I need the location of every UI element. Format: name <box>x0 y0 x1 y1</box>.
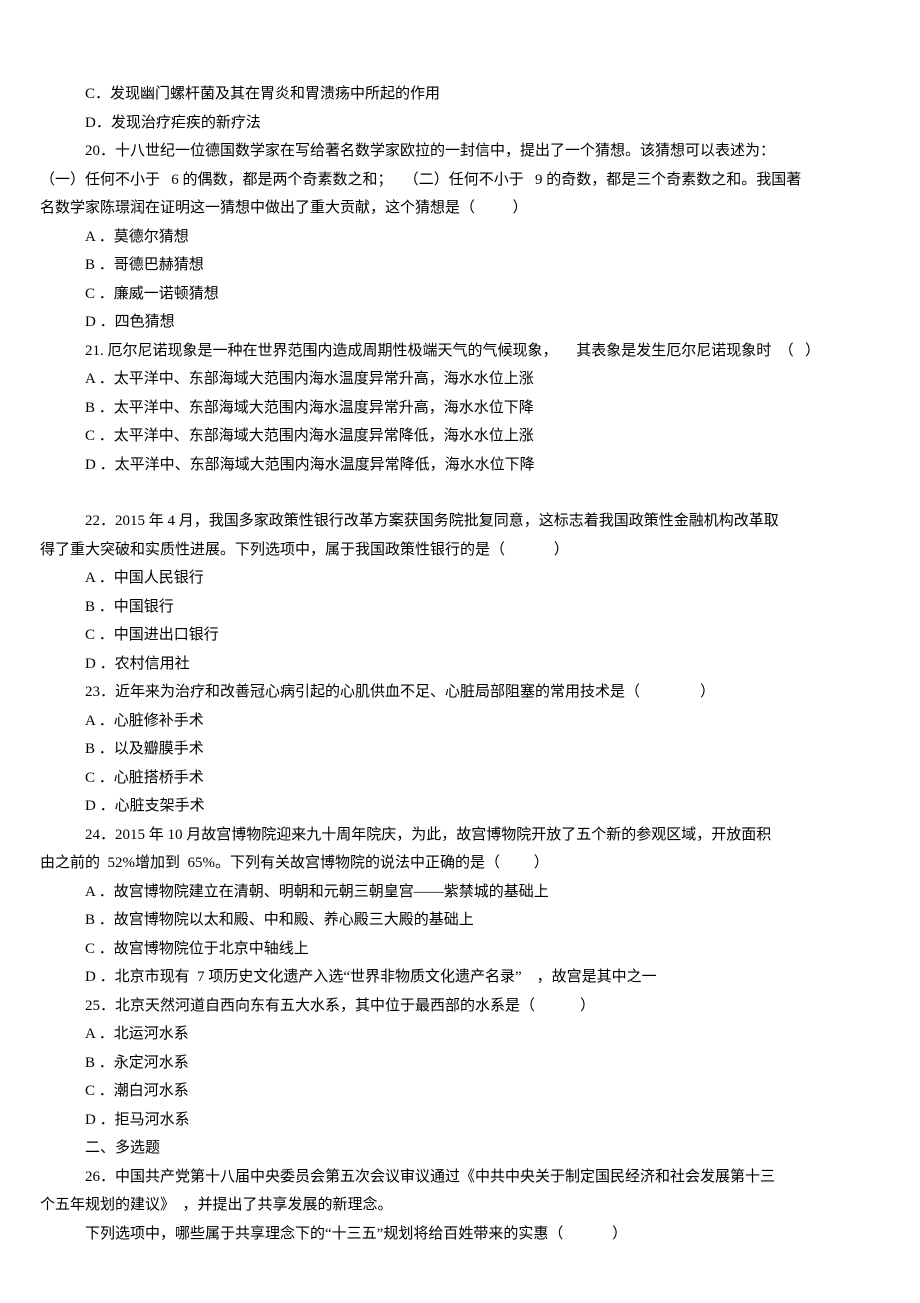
text-line: D．发现治疗疟疾的新疗法 <box>40 109 880 138</box>
text-line: C ．中国进出口银行 <box>40 621 880 650</box>
text-line: A ．莫德尔猜想 <box>40 223 880 252</box>
text-line: 下列选项中，哪些属于共享理念下的“十三五”规划将给百姓带来的实惠（ ） <box>40 1220 880 1249</box>
text-line: 22．2015 年 4 月，我国多家政策性银行改革方案获国务院批复同意，这标志着… <box>40 507 880 536</box>
text-line: C ．心脏搭桥手术 <box>40 764 880 793</box>
text-line: D ．拒马河水系 <box>40 1106 880 1135</box>
text-line: A ．北运河水系 <box>40 1020 880 1049</box>
text-line: 20．十八世纪一位德国数学家在写给著名数学家欧拉的一封信中，提出了一个猜想。该猜… <box>40 137 880 166</box>
text-line: 25．北京天然河道自西向东有五大水系，其中位于最西部的水系是（ ） <box>40 992 880 1021</box>
text-line: B ．哥德巴赫猜想 <box>40 251 880 280</box>
text-line: B ．太平洋中、东部海域大范围内海水温度异常升高，海水水位下降 <box>40 394 880 423</box>
text-line: D ．太平洋中、东部海域大范围内海水温度异常降低，海水水位下降 <box>40 451 880 480</box>
text-line: B ．中国银行 <box>40 593 880 622</box>
text-line: 24．2015 年 10 月故宫博物院迎来九十周年院庆，为此，故宫博物院开放了五… <box>40 821 880 850</box>
text-line: 23．近年来为治疗和改善冠心病引起的心肌供血不足、心脏局部阻塞的常用技术是（ ） <box>40 678 880 707</box>
text-line: A ．心脏修补手术 <box>40 707 880 736</box>
text-line: D ．北京市现有 7 项历史文化遗产入选“世界非物质文化遗产名录” ，故宫是其中… <box>40 963 880 992</box>
text-line: A ．太平洋中、东部海域大范围内海水温度异常升高，海水水位上涨 <box>40 365 880 394</box>
text-line: 21. 厄尔尼诺现象是一种在世界范围内造成周期性极端天气的气候现象， 其表象是发… <box>40 337 880 366</box>
text-line: 个五年规划的建议》 ，并提出了共享发展的新理念。 <box>40 1191 880 1220</box>
text-line: C ．廉威一诺顿猜想 <box>40 280 880 309</box>
text-line: （一）任何不小于 6 的偶数，都是两个奇素数之和； （二）任何不小于 9 的奇数… <box>40 166 880 195</box>
text-line: D ．四色猜想 <box>40 308 880 337</box>
exam-document: C．发现幽门螺杆菌及其在胃炎和胃溃疡中所起的作用D．发现治疗疟疾的新疗法20．十… <box>40 80 880 1248</box>
text-line: 二、多选题 <box>40 1134 880 1163</box>
text-line: B ．以及瓣膜手术 <box>40 735 880 764</box>
text-line: C ．故宫博物院位于北京中轴线上 <box>40 935 880 964</box>
text-line: D ．农村信用社 <box>40 650 880 679</box>
text-line: 名数学家陈璟润在证明这一猜想中做出了重大贡献，这个猜想是（ ） <box>40 194 880 223</box>
text-line: 由之前的 52%增加到 65%。下列有关故宫博物院的说法中正确的是（ ） <box>40 849 880 878</box>
text-line: A ．故宫博物院建立在清朝、明朝和元朝三朝皇宫——紫禁城的基础上 <box>40 878 880 907</box>
blank-line <box>40 479 880 507</box>
text-line: 26．中国共产党第十八届中央委员会第五次会议审议通过《中共中央关于制定国民经济和… <box>40 1163 880 1192</box>
text-line: C ．潮白河水系 <box>40 1077 880 1106</box>
text-line: C．发现幽门螺杆菌及其在胃炎和胃溃疡中所起的作用 <box>40 80 880 109</box>
text-line: 得了重大突破和实质性进展。下列选项中，属于我国政策性银行的是（ ） <box>40 536 880 565</box>
text-line: B ．永定河水系 <box>40 1049 880 1078</box>
text-line: A ．中国人民银行 <box>40 564 880 593</box>
text-line: D ．心脏支架手术 <box>40 792 880 821</box>
text-line: C ．太平洋中、东部海域大范围内海水温度异常降低，海水水位上涨 <box>40 422 880 451</box>
text-line: B ．故宫博物院以太和殿、中和殿、养心殿三大殿的基础上 <box>40 906 880 935</box>
